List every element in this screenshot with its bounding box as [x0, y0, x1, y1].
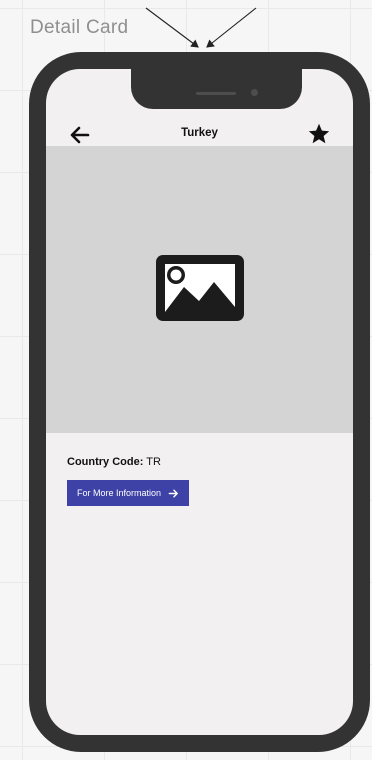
more-info-label: For More Information [76, 488, 162, 498]
connector-line-right [206, 7, 257, 48]
country-code-label: Country Code: [67, 456, 144, 468]
favorite-button[interactable] [304, 119, 334, 149]
country-code: Country Code: TR [67, 456, 161, 468]
phone-screen: Turkey Country Code: TR For More Informa… [46, 69, 353, 735]
camera-dot [251, 89, 258, 96]
connector-lines [145, 7, 257, 48]
image-placeholder-icon [156, 255, 244, 321]
arrow-right-icon [168, 489, 178, 497]
hero-image [46, 146, 353, 433]
speaker-grille [196, 92, 236, 95]
country-code-value: TR [146, 456, 161, 468]
phone-notch [131, 69, 302, 109]
more-info-button[interactable]: For More Information [67, 480, 189, 506]
star-icon [308, 123, 330, 144]
connector-line-left [145, 7, 199, 48]
phone-frame: Turkey Country Code: TR For More Informa… [29, 52, 370, 752]
